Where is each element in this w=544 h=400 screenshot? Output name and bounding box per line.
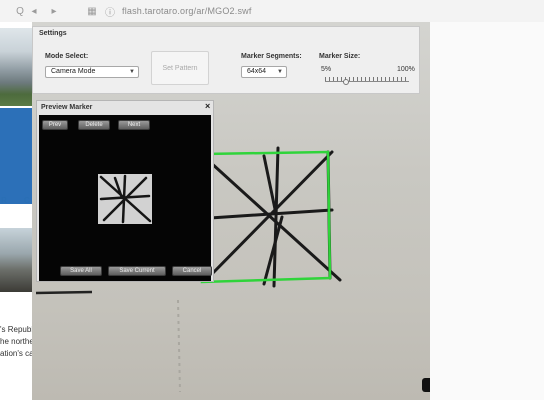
settings-panel: Settings Mode Select: Camera Mode ▼ Set … bbox=[32, 26, 420, 94]
close-icon[interactable]: × bbox=[205, 101, 210, 111]
page-link-c[interactable]: C bbox=[24, 196, 30, 205]
scroll-handle[interactable] bbox=[422, 378, 430, 392]
save-all-button[interactable]: Save All bbox=[60, 266, 102, 276]
pen-stroke bbox=[35, 290, 93, 295]
blue-banner bbox=[0, 108, 32, 204]
browser-toolbar: Q ◂ ▸ ▦ ⓘ flash.tarotaro.org/ar/MGO2.swf bbox=[0, 0, 544, 23]
marker-size-slider-thumb[interactable] bbox=[343, 79, 349, 85]
marker-size-min: 5% bbox=[321, 66, 332, 73]
settings-title: Settings bbox=[39, 30, 67, 37]
mode-select-label: Mode Select: bbox=[45, 53, 89, 60]
background-page: R C 's Republ he northe ation's ca bbox=[0, 22, 32, 400]
set-pattern-label: Set Pattern bbox=[162, 64, 198, 72]
address-bar[interactable]: ▦ ⓘ flash.tarotaro.org/ar/MGO2.swf bbox=[86, 4, 426, 19]
next-button[interactable]: Next bbox=[118, 120, 150, 130]
mode-select[interactable]: Camera Mode ▼ bbox=[45, 66, 139, 78]
marker-size-max: 100% bbox=[397, 66, 415, 73]
search-icon[interactable]: Q bbox=[14, 5, 26, 17]
pencil-mark bbox=[177, 299, 181, 393]
article-line: he northe bbox=[0, 337, 32, 346]
chevron-down-icon: ▼ bbox=[277, 69, 283, 75]
chevron-down-icon: ▼ bbox=[129, 69, 135, 75]
cancel-button[interactable]: Cancel bbox=[172, 266, 212, 276]
nav-buttons: ◂ ▸ bbox=[28, 2, 60, 20]
info-icon[interactable]: ⓘ bbox=[104, 5, 116, 19]
url-text[interactable]: flash.tarotaro.org/ar/MGO2.swf bbox=[122, 6, 252, 16]
article-line: 's Republ bbox=[0, 325, 32, 334]
tabs-icon[interactable]: ▦ bbox=[86, 5, 98, 17]
building-photo[interactable] bbox=[0, 28, 32, 106]
set-pattern-button[interactable]: Set Pattern bbox=[151, 51, 209, 85]
delete-button[interactable]: Delete bbox=[78, 120, 110, 130]
marker-segments-value: 64x64 bbox=[247, 68, 267, 75]
page-link-r[interactable]: R bbox=[1, 196, 7, 205]
save-current-button[interactable]: Save Current bbox=[108, 266, 166, 276]
right-margin bbox=[430, 22, 544, 400]
marker-segments-select[interactable]: 64x64 ▼ bbox=[241, 66, 287, 78]
preview-title: Preview Marker bbox=[41, 104, 93, 111]
city-photo[interactable] bbox=[0, 228, 32, 292]
mode-select-value: Camera Mode bbox=[51, 68, 96, 75]
article-line: ation's ca bbox=[0, 349, 32, 358]
back-icon[interactable]: ◂ bbox=[28, 5, 40, 17]
prev-button[interactable]: Prev bbox=[42, 120, 68, 130]
marker-preview-image bbox=[98, 174, 152, 224]
marker-size-label: Marker Size: bbox=[319, 53, 361, 60]
drawn-marker bbox=[206, 146, 342, 288]
marker-segments-label: Marker Segments: bbox=[241, 53, 302, 60]
marker-size-slider[interactable] bbox=[325, 81, 409, 82]
article-snippet: 's Republ he northe ation's ca bbox=[0, 324, 32, 360]
forward-icon[interactable]: ▸ bbox=[48, 5, 60, 17]
